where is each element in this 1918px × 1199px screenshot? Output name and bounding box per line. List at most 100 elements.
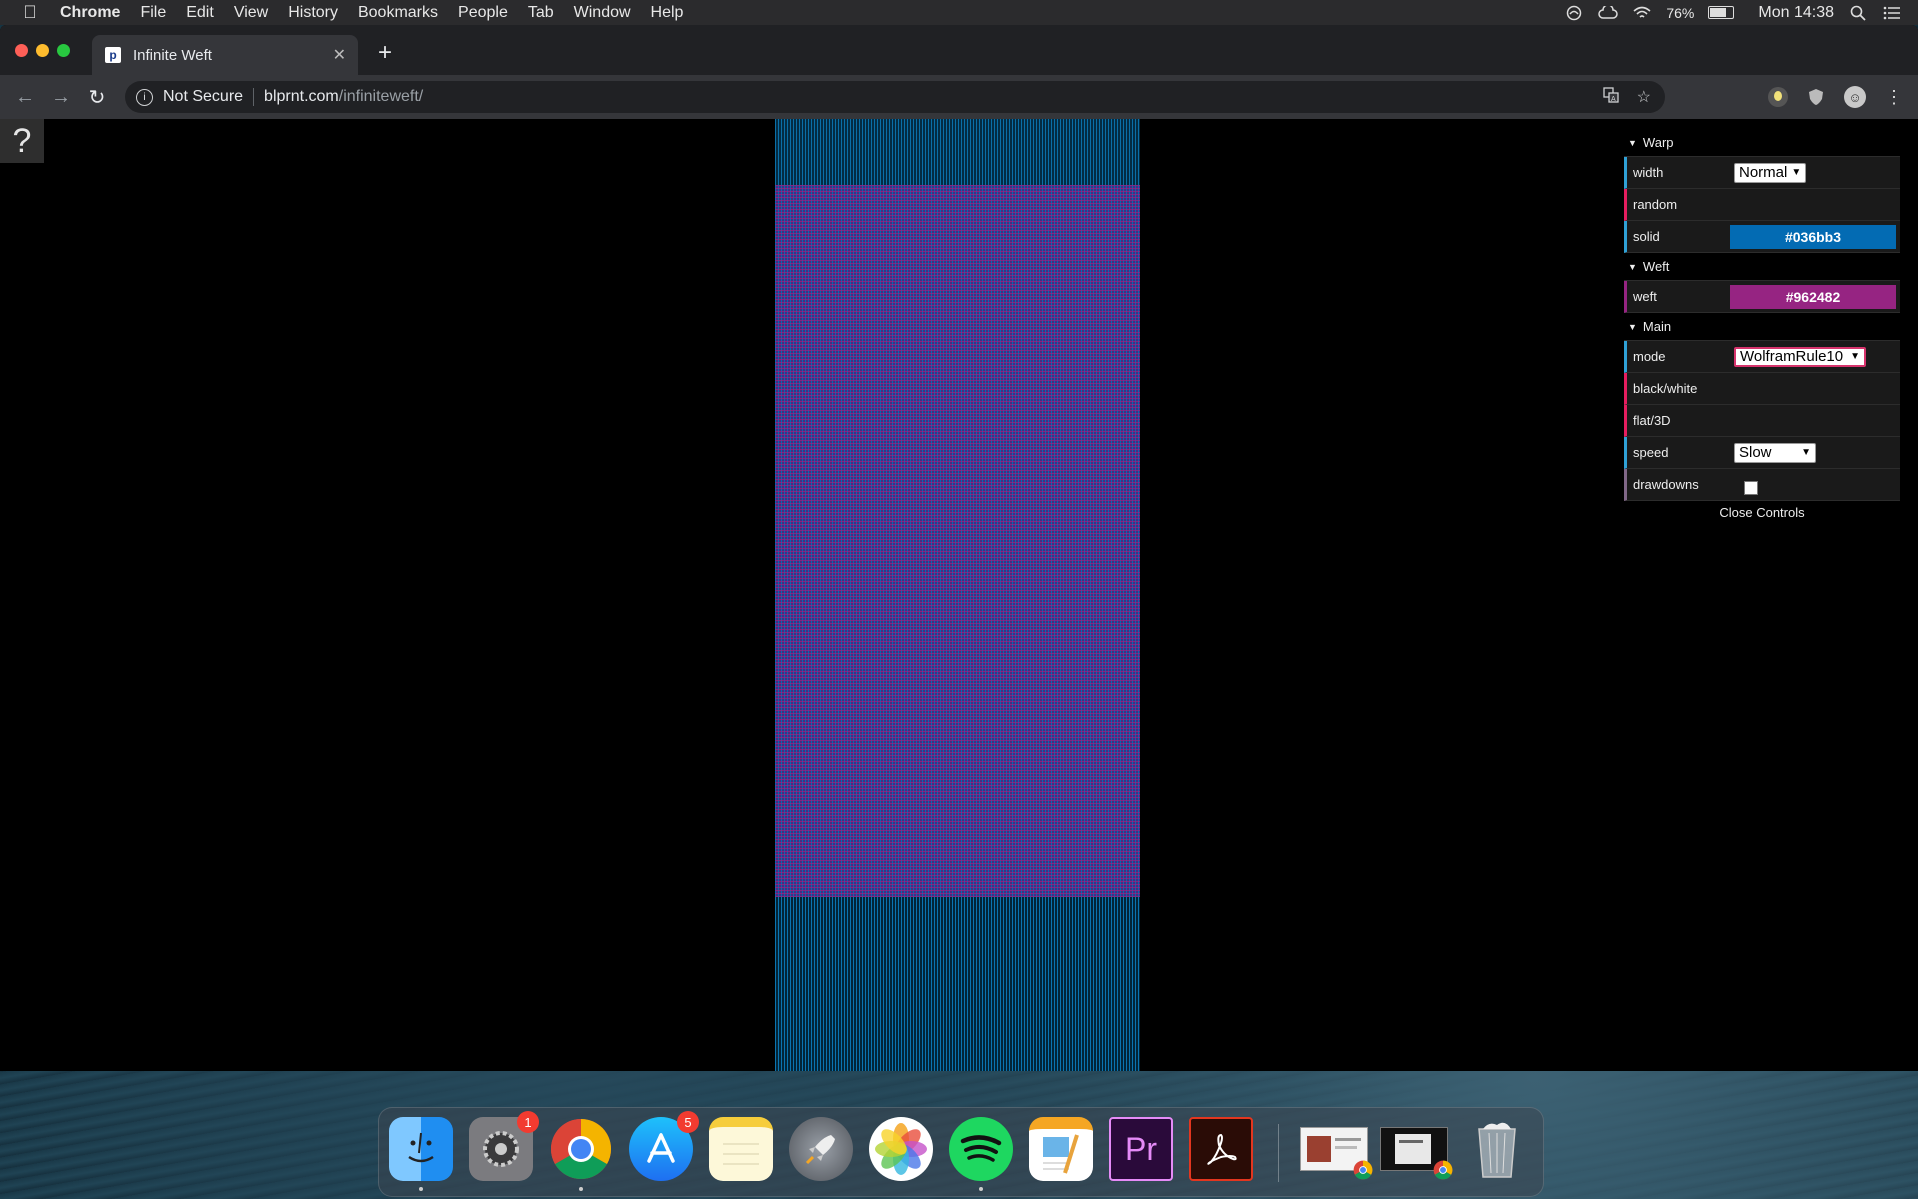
chrome-icon xyxy=(1353,1160,1373,1180)
dock-finder[interactable] xyxy=(389,1117,453,1191)
spotlight-search-icon[interactable] xyxy=(1848,5,1868,21)
menu-clock[interactable]: Mon 14:38 xyxy=(1758,4,1834,22)
chrome-menu-icon[interactable]: ⋮ xyxy=(1884,87,1904,107)
control-width: width Normal ▼ xyxy=(1624,157,1900,189)
menu-people[interactable]: People xyxy=(458,4,508,22)
controls-panel: ▼ Warp width Normal ▼ random solid #036b… xyxy=(1624,129,1900,525)
site-info-icon[interactable]: i xyxy=(136,88,153,106)
menu-app-name[interactable]: Chrome xyxy=(60,4,120,22)
back-button[interactable]: ← xyxy=(10,86,40,109)
drawdowns-checkbox[interactable] xyxy=(1744,480,1758,495)
new-tab-button[interactable]: + xyxy=(378,39,392,67)
folder-main-title: Main xyxy=(1642,319,1672,334)
profile-avatar[interactable]: ☺ xyxy=(1844,86,1866,108)
chrome-window-thumbnail xyxy=(1380,1127,1453,1180)
dock-premiere-pro[interactable]: Pr xyxy=(1109,1117,1173,1181)
folder-expand-icon: ▼ xyxy=(1628,321,1637,332)
dock: 1 5 Pr xyxy=(378,1107,1544,1197)
menu-view[interactable]: View xyxy=(234,4,268,22)
tab-strip: p Infinite Weft ✕ + xyxy=(0,25,1918,75)
control-black-white[interactable]: black/white xyxy=(1624,373,1900,405)
folder-main[interactable]: ▼ Main xyxy=(1624,313,1900,341)
menu-window[interactable]: Window xyxy=(574,4,631,22)
battery-icon[interactable] xyxy=(1708,6,1735,19)
dock-acrobat[interactable] xyxy=(1189,1117,1253,1181)
menu-file[interactable]: File xyxy=(140,4,166,22)
folder-weft-title: Weft xyxy=(1642,259,1670,274)
width-label: width xyxy=(1633,165,1664,180)
control-drawdowns: drawdowns xyxy=(1624,469,1900,501)
address-divider xyxy=(253,88,255,106)
control-speed: speed Slow ▼ xyxy=(1624,437,1900,469)
tab-close-icon[interactable]: ✕ xyxy=(333,45,346,65)
omnibox-actions: A ☆ xyxy=(1603,86,1651,108)
window-close-button[interactable] xyxy=(15,44,28,57)
forward-button[interactable]: → xyxy=(46,86,76,109)
width-select[interactable]: Normal ▼ xyxy=(1734,162,1806,183)
width-select-value: Normal xyxy=(1739,164,1788,181)
dock-chrome-window-1[interactable] xyxy=(1299,1117,1373,1181)
window-minimize-button[interactable] xyxy=(36,44,49,57)
flat-3d-label: flat/3D xyxy=(1633,413,1671,428)
menu-tab[interactable]: Tab xyxy=(528,4,554,22)
sync-status-icon[interactable] xyxy=(1564,5,1584,21)
drawdowns-label: drawdowns xyxy=(1633,477,1699,492)
dock-spotify[interactable] xyxy=(949,1117,1013,1191)
dock-chrome[interactable] xyxy=(549,1117,613,1191)
dock-system-preferences[interactable]: 1 xyxy=(469,1111,539,1181)
translate-icon[interactable]: A xyxy=(1603,86,1619,108)
chrome-icon xyxy=(550,1119,612,1180)
spotify-icon xyxy=(960,1135,1002,1162)
creative-cloud-icon[interactable] xyxy=(1598,5,1619,21)
window-fullscreen-button[interactable] xyxy=(57,44,70,57)
solid-color-swatch[interactable]: #036bb3 xyxy=(1730,224,1896,249)
menu-edit[interactable]: Edit xyxy=(186,4,214,22)
security-label[interactable]: Not Secure xyxy=(163,88,243,106)
dock-trash[interactable] xyxy=(1465,1117,1529,1181)
folder-warp[interactable]: ▼ Warp xyxy=(1624,129,1900,157)
control-random[interactable]: random xyxy=(1624,189,1900,221)
chevron-down-icon: ▼ xyxy=(1801,447,1811,458)
folder-weft[interactable]: ▼ Weft xyxy=(1624,253,1900,281)
premiere-icon: Pr xyxy=(1125,1130,1157,1167)
mode-select[interactable]: WolframRule10 ▼ xyxy=(1734,346,1866,367)
weft-color-swatch[interactable]: #962482 xyxy=(1730,284,1896,309)
dock-notes[interactable] xyxy=(709,1117,773,1181)
control-mode: mode WolframRule10 ▼ xyxy=(1624,341,1900,373)
apple-menu-icon[interactable]:  xyxy=(20,2,40,23)
extension-shield-icon[interactable] xyxy=(1806,87,1826,107)
running-indicator xyxy=(579,1187,583,1191)
tab-infinite-weft[interactable]: p Infinite Weft ✕ xyxy=(92,35,358,75)
dock-photos[interactable] xyxy=(869,1117,933,1181)
control-weft: weft #962482 xyxy=(1624,281,1900,313)
chrome-window-thumbnail xyxy=(1300,1127,1373,1180)
notification-badge: 5 xyxy=(677,1111,699,1133)
control-flat-3d[interactable]: flat/3D xyxy=(1624,405,1900,437)
close-controls-button[interactable]: Close Controls xyxy=(1624,501,1900,525)
dock-launchpad[interactable] xyxy=(789,1117,853,1181)
speed-select[interactable]: Slow ▼ xyxy=(1734,442,1816,463)
browser-toolbar: ← → ↻ i Not Secure blprnt.com /infinitew… xyxy=(0,75,1918,119)
bookmark-star-icon[interactable]: ☆ xyxy=(1637,87,1651,108)
page-canvas: ? ▼ Warp width Normal ▼ random solid #03… xyxy=(0,119,1918,1071)
warp-threads-top xyxy=(775,119,1140,185)
app-store-icon xyxy=(647,1133,675,1163)
chrome-icon xyxy=(1433,1160,1453,1180)
acrobat-icon xyxy=(1207,1133,1237,1165)
dock-pages[interactable] xyxy=(1029,1117,1093,1181)
help-button[interactable]: ? xyxy=(0,119,44,163)
extension-bulb-icon[interactable] xyxy=(1768,87,1788,107)
chevron-down-icon: ▼ xyxy=(1791,167,1802,178)
address-bar[interactable]: i Not Secure blprnt.com /infiniteweft/ A… xyxy=(125,81,1665,113)
control-solid: solid #036bb3 xyxy=(1624,221,1900,253)
notification-center-icon[interactable] xyxy=(1882,5,1902,21)
dock-chrome-window-2[interactable] xyxy=(1379,1117,1453,1181)
wifi-icon[interactable] xyxy=(1632,5,1652,21)
menu-bookmarks[interactable]: Bookmarks xyxy=(358,4,438,22)
folder-expand-icon: ▼ xyxy=(1628,137,1637,148)
menu-help[interactable]: Help xyxy=(651,4,684,22)
menu-history[interactable]: History xyxy=(288,4,338,22)
dock-app-store[interactable]: 5 xyxy=(629,1111,699,1181)
reload-button[interactable]: ↻ xyxy=(82,85,112,110)
black-white-label: black/white xyxy=(1633,381,1698,396)
